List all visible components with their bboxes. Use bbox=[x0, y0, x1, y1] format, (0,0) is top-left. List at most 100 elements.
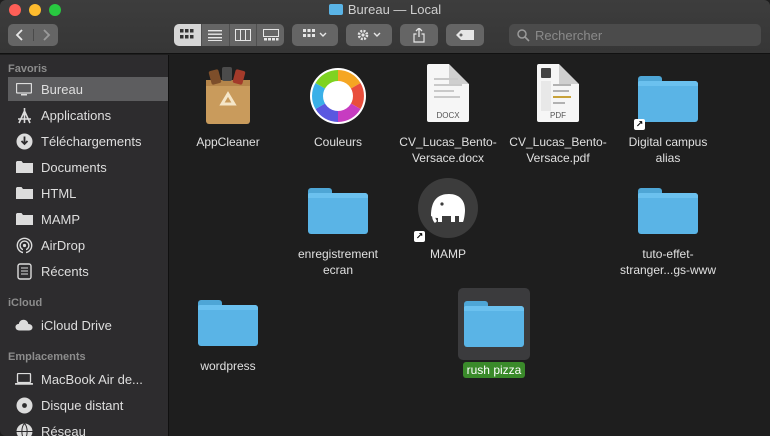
sidebar-item-label: Récents bbox=[41, 263, 89, 279]
laptop-icon bbox=[15, 370, 33, 388]
window-title: Bureau — Local bbox=[0, 2, 770, 17]
sidebar-item-label: HTML bbox=[41, 185, 77, 201]
file-item[interactable]: tuto-effet- stranger...gs-www bbox=[613, 176, 723, 278]
folder-icon bbox=[15, 184, 33, 202]
grid-icon bbox=[180, 29, 194, 39]
airdrop-icon bbox=[15, 236, 33, 254]
sidebar-item-airdrop[interactable]: AirDrop bbox=[8, 233, 169, 257]
edit-tags-button[interactable] bbox=[446, 24, 484, 46]
icon-view-button[interactable] bbox=[174, 24, 202, 46]
tag-icon bbox=[456, 30, 474, 40]
sidebar-item-documents[interactable]: Documents bbox=[8, 155, 169, 179]
file-name: Digital campus alias bbox=[628, 135, 708, 165]
sidebar: Favoris Bureau Applications Téléchargeme… bbox=[0, 55, 169, 436]
mamp-alias-icon: ↗ bbox=[414, 176, 480, 242]
pdf-icon: PDF bbox=[526, 64, 590, 128]
folder-icon bbox=[328, 4, 343, 15]
title-bar: Bureau — Local bbox=[0, 0, 770, 54]
docx-icon: DOCX bbox=[416, 64, 480, 128]
file-name: AppCleaner bbox=[196, 135, 260, 149]
folder-icon bbox=[306, 176, 370, 240]
sidebar-section-title: Favoris bbox=[8, 63, 48, 75]
folder-icon bbox=[636, 176, 700, 240]
sidebar-item-applications[interactable]: Applications bbox=[8, 103, 169, 127]
sidebar-item-telechargements[interactable]: Téléchargements bbox=[8, 129, 169, 153]
file-item[interactable]: wordpress bbox=[173, 288, 283, 374]
color-wheel-icon bbox=[306, 64, 370, 128]
folder-icon bbox=[15, 210, 33, 228]
network-icon bbox=[15, 422, 33, 436]
file-name: wordpress bbox=[200, 359, 256, 373]
file-icon-grid: AppCleaner Couleurs DOCX CV_Lucas_Bento-… bbox=[170, 55, 770, 436]
file-name: CV_Lucas_Bento- Versace.pdf bbox=[509, 135, 607, 165]
gallery-view-button[interactable] bbox=[257, 24, 284, 46]
list-icon bbox=[208, 30, 223, 41]
share-icon bbox=[413, 27, 425, 43]
column-view-button[interactable] bbox=[230, 24, 258, 46]
file-item[interactable]: DOCX CV_Lucas_Bento- Versace.docx bbox=[393, 64, 503, 166]
sidebar-item-label: Documents bbox=[41, 159, 107, 175]
file-name: tuto-effet- stranger...gs-www bbox=[619, 247, 717, 277]
file-name: rush pizza bbox=[439, 362, 549, 378]
folder-icon bbox=[196, 288, 260, 352]
action-menu-button[interactable] bbox=[346, 24, 392, 46]
file-name: enregistrement ecran bbox=[297, 247, 379, 277]
docx-badge: DOCX bbox=[436, 111, 460, 120]
share-button[interactable] bbox=[400, 24, 438, 46]
file-item[interactable]: Couleurs bbox=[283, 64, 393, 150]
gallery-icon bbox=[262, 29, 279, 41]
sidebar-item-label: MAMP bbox=[41, 211, 80, 227]
group-grid-icon bbox=[303, 29, 327, 37]
file-item[interactable]: PDF CV_Lucas_Bento- Versace.pdf bbox=[503, 64, 613, 166]
file-item[interactable]: ↗ Digital campus alias bbox=[613, 64, 723, 166]
back-button[interactable] bbox=[8, 29, 34, 41]
download-icon bbox=[15, 132, 33, 150]
alias-arrow-icon: ↗ bbox=[634, 119, 645, 130]
forward-button[interactable] bbox=[34, 29, 59, 41]
file-item[interactable]: ↗ MAMP bbox=[393, 176, 503, 262]
search-icon bbox=[517, 28, 530, 42]
file-name: Couleurs bbox=[313, 135, 363, 149]
file-name: MAMP bbox=[430, 247, 466, 261]
file-item-selected[interactable]: rush pizza bbox=[439, 288, 549, 378]
selected-file-name: rush pizza bbox=[462, 362, 526, 378]
columns-icon bbox=[234, 29, 251, 41]
sidebar-item-label: iCloud Drive bbox=[41, 317, 112, 333]
sidebar-item-label: AirDrop bbox=[41, 237, 86, 253]
sidebar-item-disque-distant[interactable]: Disque distant bbox=[8, 393, 169, 417]
disc-icon bbox=[15, 396, 33, 414]
folder-alias-icon: ↗ bbox=[634, 64, 700, 130]
sidebar-item-icloud-drive[interactable]: iCloud Drive bbox=[8, 313, 169, 337]
pdf-badge: PDF bbox=[550, 111, 566, 120]
sidebar-item-reseau[interactable]: Réseau bbox=[8, 419, 169, 436]
file-name: CV_Lucas_Bento- Versace.docx bbox=[399, 135, 497, 165]
finder-window: Bureau — Local Rechercher Favoris Bureau… bbox=[0, 0, 770, 436]
sidebar-item-html[interactable]: HTML bbox=[8, 181, 169, 205]
sidebar-item-mamp[interactable]: MAMP bbox=[8, 207, 169, 231]
appcleaner-app-icon bbox=[196, 64, 260, 128]
sidebar-item-label: Bureau bbox=[41, 81, 83, 97]
sidebar-section-title: iCloud bbox=[8, 297, 43, 309]
file-item[interactable]: enregistrement ecran bbox=[283, 176, 393, 278]
chevron-right-icon bbox=[43, 29, 51, 41]
sidebar-item-macbook-air[interactable]: MacBook Air de... bbox=[8, 367, 169, 391]
view-mode-segmented-control bbox=[174, 24, 284, 46]
sidebar-item-bureau[interactable]: Bureau bbox=[8, 77, 168, 101]
alias-arrow-icon: ↗ bbox=[414, 231, 425, 242]
sidebar-item-label: Applications bbox=[41, 107, 112, 123]
navigation-buttons bbox=[8, 24, 58, 46]
sidebar-item-label: MacBook Air de... bbox=[41, 371, 143, 387]
search-field[interactable] bbox=[509, 24, 761, 46]
file-item[interactable]: AppCleaner bbox=[173, 64, 283, 150]
search-input[interactable] bbox=[535, 27, 745, 43]
list-view-button[interactable] bbox=[202, 24, 230, 46]
folder-icon bbox=[15, 158, 33, 176]
sidebar-item-label: Téléchargements bbox=[41, 133, 142, 149]
sidebar-section-title: Emplacements bbox=[8, 351, 86, 363]
applications-icon bbox=[15, 106, 33, 124]
group-by-button[interactable] bbox=[292, 24, 338, 46]
chevron-left-icon bbox=[15, 29, 23, 41]
sidebar-item-recents[interactable]: Récents bbox=[8, 259, 169, 283]
folder-icon bbox=[458, 288, 530, 360]
desktop-icon bbox=[15, 80, 33, 98]
